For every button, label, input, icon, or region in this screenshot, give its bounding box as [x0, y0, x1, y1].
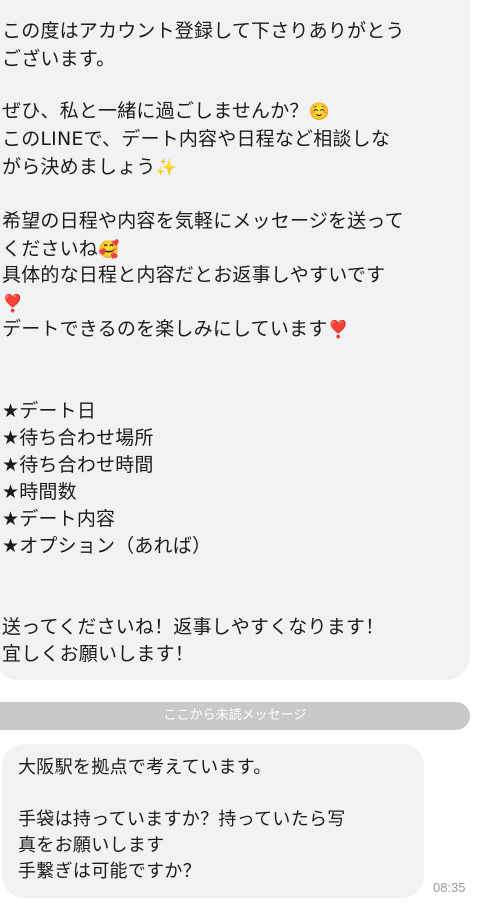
message-text-line: 真をお願いします — [18, 835, 165, 856]
message-timestamp: 08:35 — [433, 880, 466, 895]
smiling-face-emoji: ☺️ — [308, 102, 331, 122]
message-text-line: 宜しくお願いします！ — [2, 643, 195, 665]
message-text-line: くださいね🥰 — [2, 238, 120, 260]
checklist-item: ★デート日 — [2, 400, 97, 422]
message-text-line: 手袋は持っていますか？持っていたら写 — [18, 809, 346, 830]
message-text-line: ❣️ — [2, 290, 23, 317]
message-text-line: 大阪駅を拠点で考えています。 — [18, 757, 272, 778]
message-text-line: がら決めましょう✨ — [2, 156, 177, 178]
message-text-line: このLINEで、デート内容や日程など相談しな — [2, 128, 391, 150]
message-text-line: ぜひ、私と一緒に過ごしませんか？☺️ — [2, 100, 331, 122]
checklist-item: ★デート内容 — [2, 508, 116, 530]
message-text-line: ございます。 — [2, 48, 116, 70]
message-text-line: デートできるのを楽しみにしています❣️ — [2, 318, 349, 340]
message-text-line: 送ってくださいね！返事しやすくなります！ — [2, 616, 385, 638]
checklist-item: ★待ち合わせ時間 — [2, 454, 154, 476]
message-text-line: 具体的な日程と内容だとお返事しやすいです — [2, 264, 386, 286]
unread-messages-divider: ここから未読メッセージ — [0, 702, 470, 730]
message-text-line: 手繋ぎは可能ですか？ — [18, 861, 201, 882]
heart-exclamation-emoji: ❣️ — [2, 294, 24, 314]
checklist-item: ★待ち合わせ場所 — [2, 427, 154, 449]
message-text-line: 希望の日程や内容を気軽にメッセージを送って — [2, 210, 404, 232]
message-text-line: この度はアカウント登録して下さりありがとう — [2, 20, 405, 42]
checklist-item: ★時間数 — [2, 481, 77, 503]
checklist-item: ★オプション（あれば） — [2, 535, 212, 557]
smiling-face-with-hearts-emoji: 🥰 — [98, 240, 120, 260]
heart-exclamation-emoji: ❣️ — [327, 320, 349, 340]
sparkles-emoji: ✨ — [155, 158, 177, 178]
